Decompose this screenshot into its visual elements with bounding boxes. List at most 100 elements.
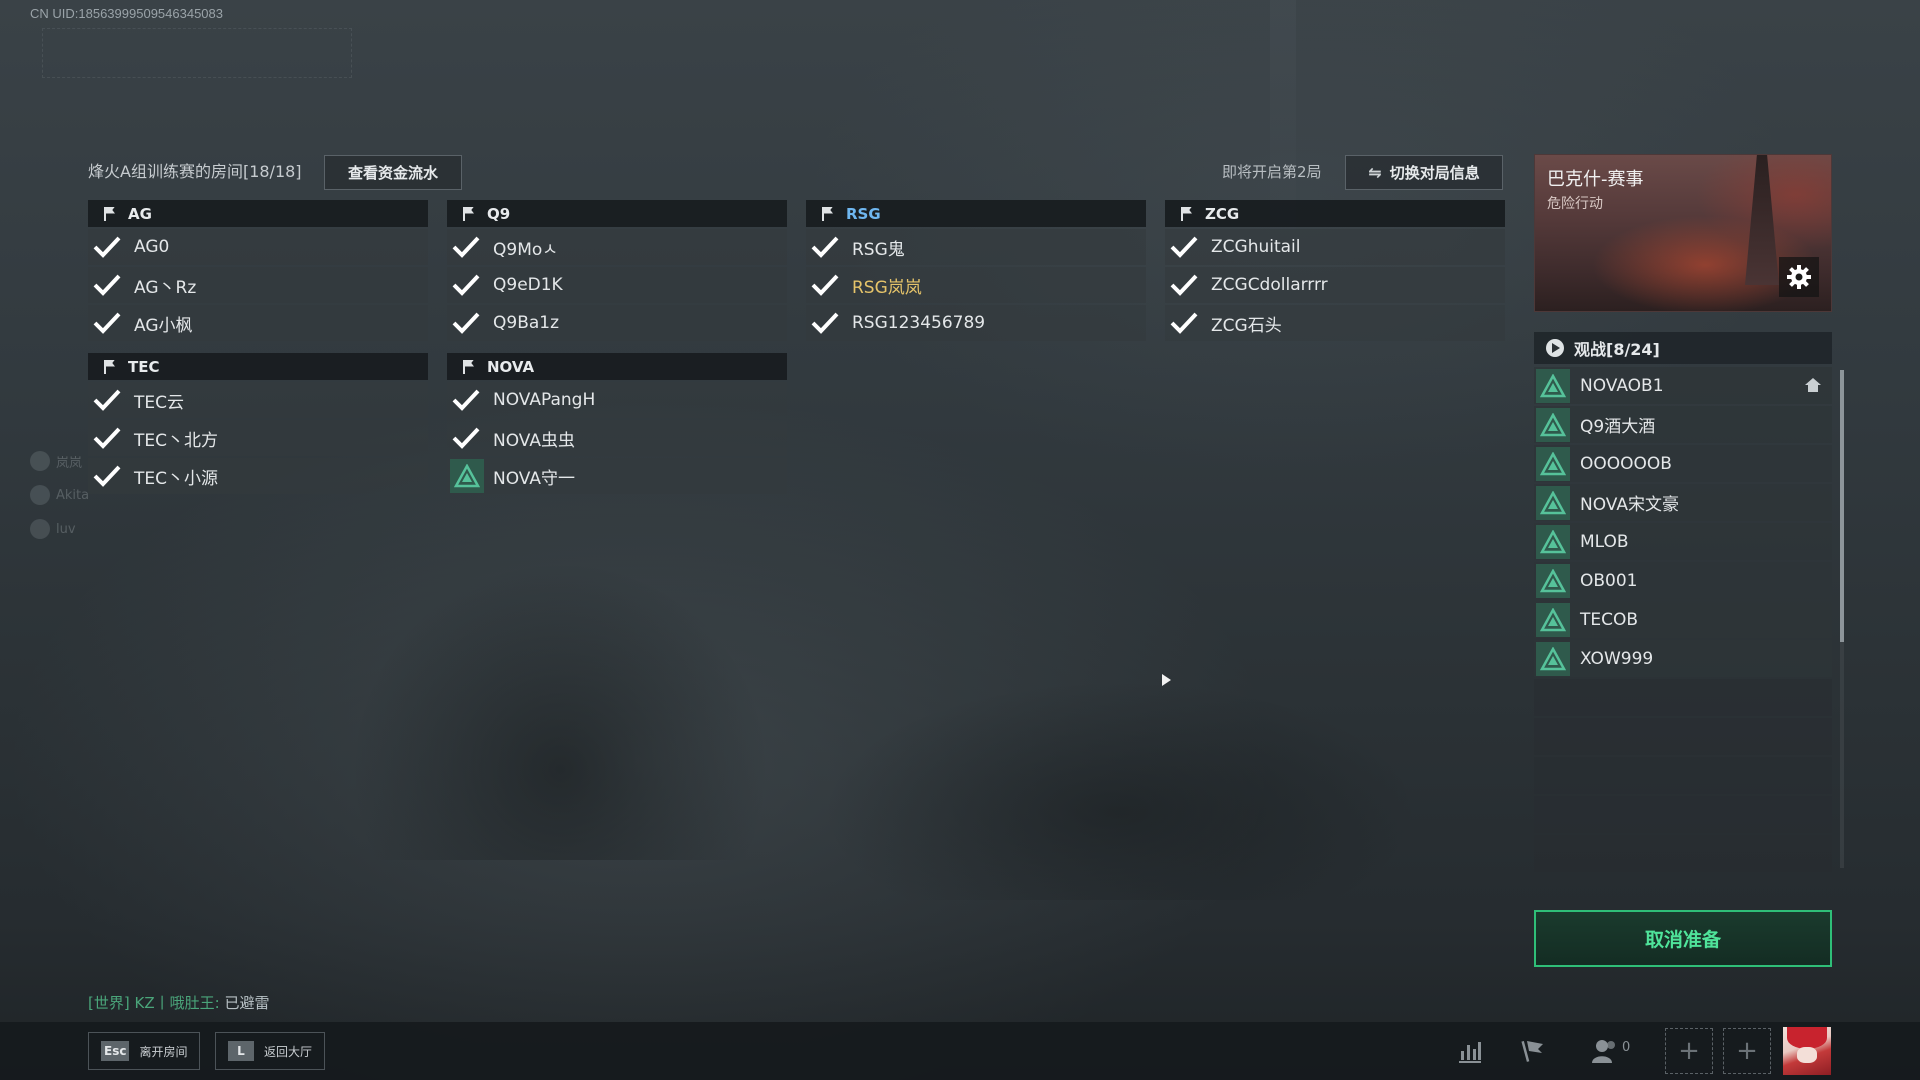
avatar[interactable] <box>1783 1027 1831 1075</box>
player-name: TEC丶小源 <box>134 468 218 489</box>
leave-room-label: 离开房间 <box>139 1044 188 1059</box>
mouse-cursor <box>1162 674 1171 686</box>
spectator-empty-slot[interactable] <box>1534 796 1832 833</box>
add-slot-button[interactable]: + <box>1723 1028 1771 1074</box>
spectator-row[interactable]: NOVA宋文豪 <box>1534 484 1832 521</box>
spectator-badge-icon <box>1536 446 1570 481</box>
spectator-row[interactable]: TECOB <box>1534 601 1832 638</box>
spectator-badge-icon <box>1536 368 1570 403</box>
map-card[interactable]: 巴克什-赛事 危险行动 <box>1534 154 1832 312</box>
player-row[interactable]: TEC云 <box>88 382 428 418</box>
player-name: TEC丶北方 <box>134 430 218 451</box>
ready-check-icon <box>447 382 485 418</box>
side-friend: Akita <box>30 478 89 512</box>
player-row[interactable]: NOVA虫虫 <box>447 420 787 456</box>
stats-chart-icon[interactable] <box>1455 1036 1485 1066</box>
cancel-ready-button[interactable]: 取消准备 <box>1534 910 1832 967</box>
player-name: RSG鬼 <box>852 239 905 260</box>
gear-icon[interactable] <box>1779 257 1819 297</box>
team-flag-icon[interactable] <box>1518 1036 1548 1066</box>
player-row[interactable]: NOVA守一 <box>447 458 787 494</box>
avatar <box>30 451 50 471</box>
scrollbar-thumb[interactable] <box>1840 370 1844 642</box>
spectator-row[interactable]: Q9酒大酒 <box>1534 406 1832 443</box>
map-name: 巴克什-赛事 <box>1547 169 1644 190</box>
spectator-row[interactable]: OOOOOOB <box>1534 445 1832 482</box>
background-tower <box>1270 0 1296 230</box>
player-row[interactable]: NOVAPangH <box>447 382 787 418</box>
player-row[interactable]: RSG岚岚 <box>806 267 1146 303</box>
add-slot-button[interactable]: + <box>1665 1028 1713 1074</box>
spectator-name: TECOB <box>1580 609 1639 630</box>
team-header: NOVA <box>447 353 787 380</box>
spectator-empty-slot[interactable] <box>1534 835 1832 872</box>
ready-check-icon <box>88 382 126 418</box>
ready-check-icon <box>88 267 126 303</box>
leave-room-button[interactable]: Esc 离开房间 <box>88 1032 201 1070</box>
player-row[interactable]: ZCG石头 <box>1165 305 1505 341</box>
player-name: RSG123456789 <box>852 313 986 333</box>
spectator-scrollbar[interactable] <box>1840 370 1844 868</box>
spectator-badge-icon <box>1536 407 1570 442</box>
player-row[interactable]: Q9eD1K <box>447 267 787 303</box>
player-row[interactable]: TEC丶北方 <box>88 420 428 456</box>
flag-icon <box>102 206 116 222</box>
player-name: Q9eD1K <box>493 275 563 295</box>
player-name: AG小枫 <box>134 315 193 336</box>
player-row[interactable]: AG小枫 <box>88 305 428 341</box>
flag-icon <box>461 359 475 375</box>
spectator-name: MLOB <box>1580 531 1629 552</box>
avatar <box>30 519 50 539</box>
spectator-badge-icon <box>1536 524 1570 559</box>
player-row[interactable]: Q9Moㅅ <box>447 229 787 265</box>
player-row[interactable]: Q9Ba1z <box>447 305 787 341</box>
spectator-empty-slot[interactable] <box>1534 757 1832 794</box>
spectator-list: NOVAOB1 Q9酒大酒 OOOOOOB NOVA宋文豪 MLOB OB001… <box>1534 367 1832 872</box>
not-ready-icon <box>447 458 485 494</box>
player-row[interactable]: TEC丶小源 <box>88 458 428 494</box>
team-card-ag: AG AG0 AG丶Rz AG小枫 <box>88 200 428 341</box>
spectator-empty-slot[interactable] <box>1534 718 1832 755</box>
friends-icon[interactable] <box>1590 1036 1620 1066</box>
player-name: NOVAPangH <box>493 390 596 410</box>
spectator-row[interactable]: OB001 <box>1534 562 1832 599</box>
player-row[interactable]: AG0 <box>88 229 428 265</box>
chat-channel: [世界] <box>88 994 130 1012</box>
player-row[interactable]: RSG鬼 <box>806 229 1146 265</box>
flag-icon <box>1179 206 1193 222</box>
friend-count: 0 <box>1622 1040 1631 1055</box>
spectator-badge-icon <box>1536 485 1570 520</box>
player-name: ZCGhuitail <box>1211 237 1301 257</box>
team-name: NOVA <box>487 357 535 376</box>
team-card-q9: Q9 Q9Moㅅ Q9eD1K Q9Ba1z <box>447 200 787 341</box>
spectator-name: OB001 <box>1580 570 1638 591</box>
team-card-tec: TEC TEC云 TEC丶北方 TEC丶小源 <box>88 353 428 494</box>
side-friends: 岚岚 Akita luv <box>30 444 89 546</box>
spectator-empty-slot[interactable] <box>1534 679 1832 716</box>
side-friend: luv <box>30 512 89 546</box>
team-name: ZCG <box>1205 204 1240 223</box>
back-lobby-button[interactable]: L 返回大厅 <box>215 1032 326 1070</box>
ready-check-icon <box>88 420 126 456</box>
player-row[interactable]: ZCGhuitail <box>1165 229 1505 265</box>
swap-icon: ⇋ <box>1368 163 1382 182</box>
background-ruins <box>350 560 770 860</box>
player-row[interactable]: AG丶Rz <box>88 267 428 303</box>
ready-check-icon <box>88 458 126 494</box>
switch-match-info-button[interactable]: ⇋ 切换对局信息 <box>1345 155 1503 190</box>
spectator-row[interactable]: XOW999 <box>1534 640 1832 677</box>
bottom-bar: Esc 离开房间 L 返回大厅 0 + + <box>0 1022 1920 1080</box>
spectator-row[interactable]: NOVAOB1 <box>1534 367 1832 404</box>
player-row[interactable]: ZCGCdollarrrr <box>1165 267 1505 303</box>
view-funds-button[interactable]: 查看资金流水 <box>324 155 462 190</box>
ready-check-icon <box>88 229 126 265</box>
side-friend-name: Akita <box>56 487 90 503</box>
spectator-row[interactable]: MLOB <box>1534 523 1832 560</box>
flag-icon <box>102 359 116 375</box>
player-row[interactable]: RSG123456789 <box>806 305 1146 341</box>
chat-message: [世界] KZ丨哦肚王: 已避雷 <box>88 992 269 1013</box>
room-owner-home-icon <box>1804 377 1822 398</box>
ready-check-icon <box>806 267 844 303</box>
spectator-badge-icon <box>1536 563 1570 598</box>
l-key-icon: L <box>228 1041 254 1061</box>
